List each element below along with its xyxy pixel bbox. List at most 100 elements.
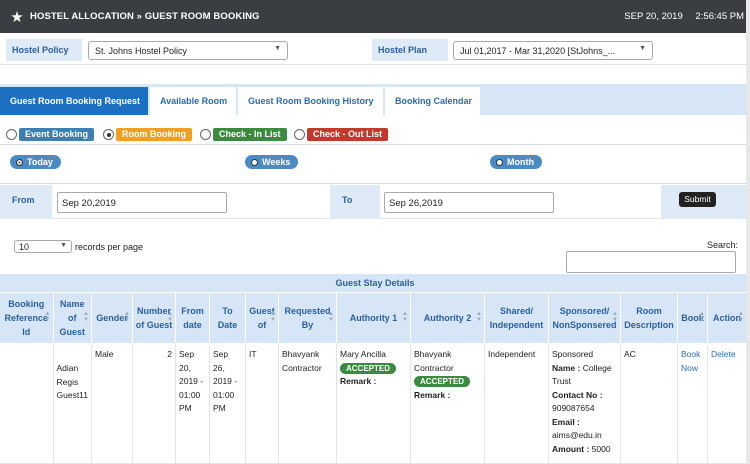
current-date: SEP 20, 2019 (624, 11, 683, 22)
col-room-description[interactable]: Room Description (620, 293, 678, 343)
col-authority-1[interactable]: Authority 1 ▲ ▼ (336, 293, 411, 343)
check-in-label[interactable]: Check - In List (213, 128, 287, 141)
event-booking-label[interactable]: Event Booking (19, 128, 95, 141)
policy-bar: Hostel Policy St. Johns Hostel Policy ▼ … (0, 35, 750, 65)
period-month[interactable]: Month (490, 155, 542, 169)
hostel-policy-select[interactable]: St. Johns Hostel Policy ▼ (88, 41, 288, 60)
sort-icon: ▲ ▼ (738, 311, 744, 323)
from-label: From (0, 185, 52, 219)
cell-gender: Male (91, 343, 133, 464)
chevron-down-icon: ▼ (274, 45, 281, 52)
datetime: SEP 20, 2019 2:56:45 PM (614, 11, 744, 22)
cell-room-description: AC (620, 343, 678, 464)
check-out-label[interactable]: Check - Out List (307, 128, 389, 141)
data-table: Booking Reference Id ▲ ▼ Name of Guest ▲ ▼ G… (0, 293, 747, 464)
sort-icon: ▲ ▼ (83, 311, 89, 323)
col-action[interactable]: Action ▲ ▼ (707, 293, 747, 343)
records-per-page: 10 ▼ records per page (14, 240, 143, 253)
col-to-date[interactable]: To Date (209, 293, 246, 343)
from-date-input[interactable]: Sep 20,2019 (57, 192, 227, 213)
room-booking-label[interactable]: Room Booking (116, 128, 192, 141)
cell-sponsored: Sponsored Name : College Trust Contact N… (548, 343, 621, 464)
star-icon[interactable]: ★ (4, 8, 30, 26)
current-time: 2:56:45 PM (695, 11, 744, 22)
radio-dot-icon (496, 159, 503, 166)
cell-shared: Independent (484, 343, 549, 464)
chevron-down-icon: ▼ (60, 242, 67, 249)
hostel-policy-label: Hostel Policy (6, 39, 82, 61)
table-row: Adian Regis Guest11 Male 2 Sep 20, 2019 … (0, 343, 747, 464)
tab-guest-room-booking-request[interactable]: Guest Room Booking Request (0, 87, 148, 115)
book-now-link[interactable]: Book Now (681, 349, 700, 373)
submit-button[interactable]: Submit (679, 192, 716, 207)
cell-ref (0, 343, 54, 464)
hostel-plan-value: Jul 01,2017 - Mar 31,2020 [StJohns_... (460, 46, 616, 56)
guest-stay-table: Guest Stay Details Booking Reference Id ▲… (0, 274, 750, 464)
title-bar: ★ HOSTEL ALLOCATION » GUEST ROOM BOOKING… (0, 0, 750, 33)
tab-booking-calendar[interactable]: Booking Calendar (385, 87, 480, 115)
cell-guest-count: 2 (132, 343, 176, 464)
chevron-down-icon: ▼ (639, 45, 646, 52)
check-out-radio[interactable] (294, 129, 305, 140)
delete-link[interactable]: Delete (711, 349, 736, 359)
period-today-label: Today (27, 157, 53, 167)
table-header-row: Booking Reference Id ▲ ▼ Name of Guest ▲ ▼ G… (0, 293, 747, 343)
sort-icon: ▲ ▼ (328, 311, 334, 323)
cell-requested-by: Bhavyank Contractor (278, 343, 337, 464)
check-in-radio[interactable] (200, 129, 211, 140)
authority-1-remark: Remark : (340, 376, 377, 386)
col-authority-2[interactable]: Authority 2 ▲ ▼ (410, 293, 485, 343)
date-range-row: From Sep 20,2019 To Sep 26,2019 (0, 185, 750, 219)
table-caption: Guest Stay Details (0, 274, 750, 292)
authority-1-name: Mary Ancilla (340, 349, 386, 359)
tab-available-room[interactable]: Available Room (150, 87, 236, 115)
radio-dot-icon (251, 159, 258, 166)
event-booking-radio[interactable] (6, 129, 17, 140)
cell-guest-name: Adian Regis Guest11 (53, 343, 92, 464)
sort-icon: ▲ ▼ (699, 311, 705, 323)
cell-from-date: Sep 20, 2019 - 01:00 PM (175, 343, 210, 464)
period-weeks[interactable]: Weeks (245, 155, 299, 169)
page-title: HOSTEL ALLOCATION » GUEST ROOM BOOKING (30, 11, 260, 22)
tab-guest-room-booking-history[interactable]: Guest Room Booking History (238, 87, 383, 115)
to-date-input[interactable]: Sep 26,2019 (384, 192, 554, 213)
sort-icon: ▲ ▼ (44, 311, 51, 323)
status-badge: ACCEPTED (414, 376, 471, 387)
col-gender[interactable]: Gender ▲ ▼ (91, 293, 133, 343)
sort-icon: ▲ ▼ (124, 311, 130, 323)
col-book[interactable]: Book ▲ ▼ (677, 293, 708, 343)
col-requested-by[interactable]: Requested By ▲ ▼ (278, 293, 337, 343)
sort-icon: ▲ ▼ (476, 311, 482, 323)
period-month-label: Month (507, 157, 534, 167)
sort-icon: ▲ ▼ (167, 311, 173, 323)
tab-strip: Guest Room Booking Request Available Roo… (0, 84, 750, 115)
col-booking-reference-id[interactable]: Booking Reference Id ▲ ▼ (0, 293, 54, 343)
hostel-plan-label: Hostel Plan (372, 39, 448, 61)
col-name-of-guest[interactable]: Name of Guest ▲ ▼ (53, 293, 92, 343)
cell-authority-2: Bhavyank Contractor ACCEPTED Remark : (410, 343, 485, 464)
records-label: records per page (75, 241, 144, 252)
period-weeks-label: Weeks (262, 157, 291, 167)
col-shared-independent[interactable]: Shared/ Independent (484, 293, 549, 343)
col-sponsored[interactable]: Sponsored/ NonSponsered ▲ ▼ (548, 293, 621, 343)
sort-icon: ▲ ▼ (402, 311, 408, 323)
to-label: To (330, 185, 380, 219)
search-input[interactable] (566, 251, 736, 273)
period-today[interactable]: Today (10, 155, 61, 169)
cell-authority-1: Mary Ancilla ACCEPTED Remark : (336, 343, 411, 464)
col-guest-of[interactable]: Guest of ▲ ▼ (245, 293, 279, 343)
col-from-date[interactable]: From date (175, 293, 210, 343)
period-selector: Today Weeks Month (0, 144, 750, 184)
sort-icon: ▲ ▼ (270, 311, 276, 323)
search-label: Search: (707, 240, 739, 250)
room-booking-radio[interactable] (103, 129, 114, 140)
page-length-select[interactable]: 10 ▼ (14, 240, 72, 253)
scrollbar[interactable] (746, 0, 750, 464)
sponsor-email: aims@edu.in (552, 430, 602, 440)
page-length-value: 10 (19, 242, 30, 252)
sponsor-amount: 5000 (591, 443, 611, 454)
hostel-plan-select[interactable]: Jul 01,2017 - Mar 31,2020 [StJohns_... ▼ (453, 41, 653, 60)
col-number-of-guest[interactable]: Number of Guest ▲ ▼ (132, 293, 176, 343)
hostel-policy-value: St. Johns Hostel Policy (95, 46, 188, 56)
cell-book: Book Now (677, 343, 708, 464)
